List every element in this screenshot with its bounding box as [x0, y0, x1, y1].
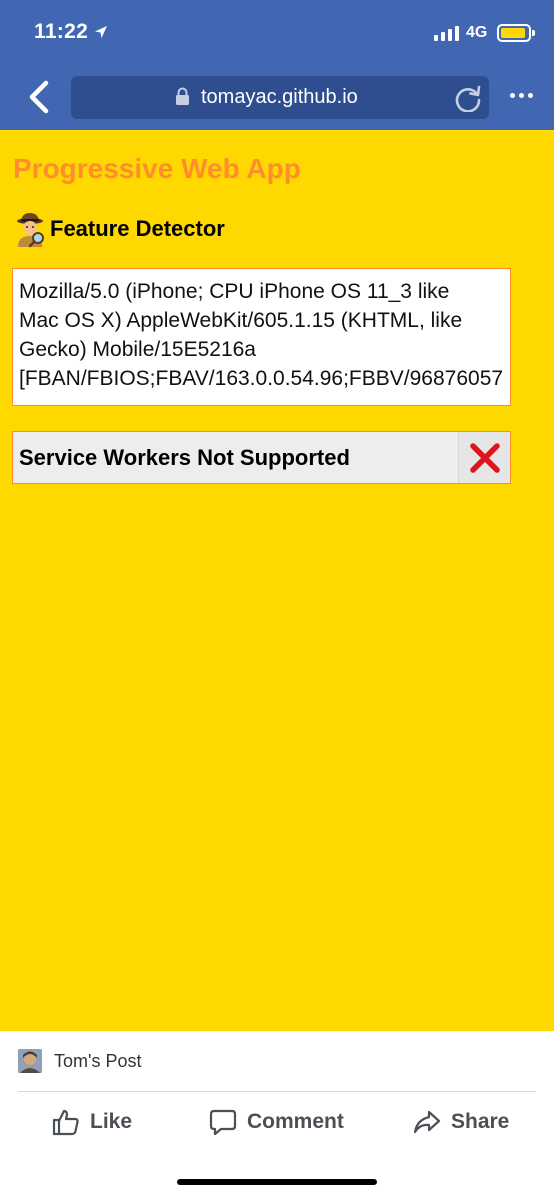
- facebook-post-bar: Tom's Post Like Comment Share: [0, 1031, 554, 1200]
- user-agent-line: Mac OS X) AppleWebKit/605.1.15 (KHTML, l…: [19, 309, 463, 332]
- thumbs-up-icon: [52, 1109, 79, 1136]
- reload-icon[interactable]: [454, 84, 482, 112]
- home-indicator[interactable]: [177, 1179, 377, 1185]
- battery-icon: [497, 24, 535, 42]
- back-chevron-icon[interactable]: [26, 80, 52, 114]
- more-icon[interactable]: [510, 93, 533, 98]
- user-agent-box: Mozilla/5.0 (iPhone; CPU iPhone OS 11_3 …: [12, 268, 511, 406]
- feature-detector-heading: Feature Detector: [50, 216, 225, 241]
- divider: [18, 1091, 536, 1092]
- user-agent-text: Mozilla/5.0 (iPhone; CPU iPhone OS 11_3 …: [19, 277, 510, 393]
- browser-header: 11:22 4G tomayac.github.io: [0, 0, 554, 130]
- url-bar[interactable]: tomayac.github.io: [71, 76, 489, 119]
- share-icon: [413, 1110, 441, 1134]
- comment-label: Comment: [247, 1110, 344, 1133]
- network-type: 4G: [466, 24, 488, 41]
- post-label[interactable]: Tom's Post: [54, 1051, 141, 1072]
- detective-emoji-icon: [17, 213, 44, 248]
- avatar: [18, 1049, 42, 1073]
- like-label: Like: [90, 1110, 133, 1133]
- location-arrow-icon: [95, 26, 107, 38]
- url-text: tomayac.github.io: [201, 86, 358, 108]
- lock-icon: [176, 87, 189, 105]
- service-worker-feature-row: Service Workers Not Supported: [12, 431, 511, 484]
- page-title: Progressive Web App: [13, 153, 301, 184]
- cross-mark-icon: [470, 443, 500, 473]
- share-label: Share: [451, 1110, 510, 1133]
- signal-icon: [434, 26, 459, 41]
- feature-label: Service Workers Not Supported: [19, 445, 350, 470]
- status-time: 11:22: [34, 20, 89, 43]
- like-button[interactable]: Like: [52, 1104, 132, 1140]
- user-agent-line: Gecko) Mobile/15E5216a: [19, 338, 256, 361]
- comment-button[interactable]: Comment: [209, 1104, 344, 1140]
- comment-icon: [209, 1109, 237, 1136]
- user-agent-line: Mozilla/5.0 (iPhone; CPU iPhone OS 11_3 …: [19, 280, 450, 303]
- feature-status: [458, 432, 510, 483]
- user-agent-line: [FBAN/FBIOS;FBAV/163.0.0.54.96;FBBV/9687…: [19, 367, 504, 390]
- share-button[interactable]: Share: [413, 1104, 509, 1140]
